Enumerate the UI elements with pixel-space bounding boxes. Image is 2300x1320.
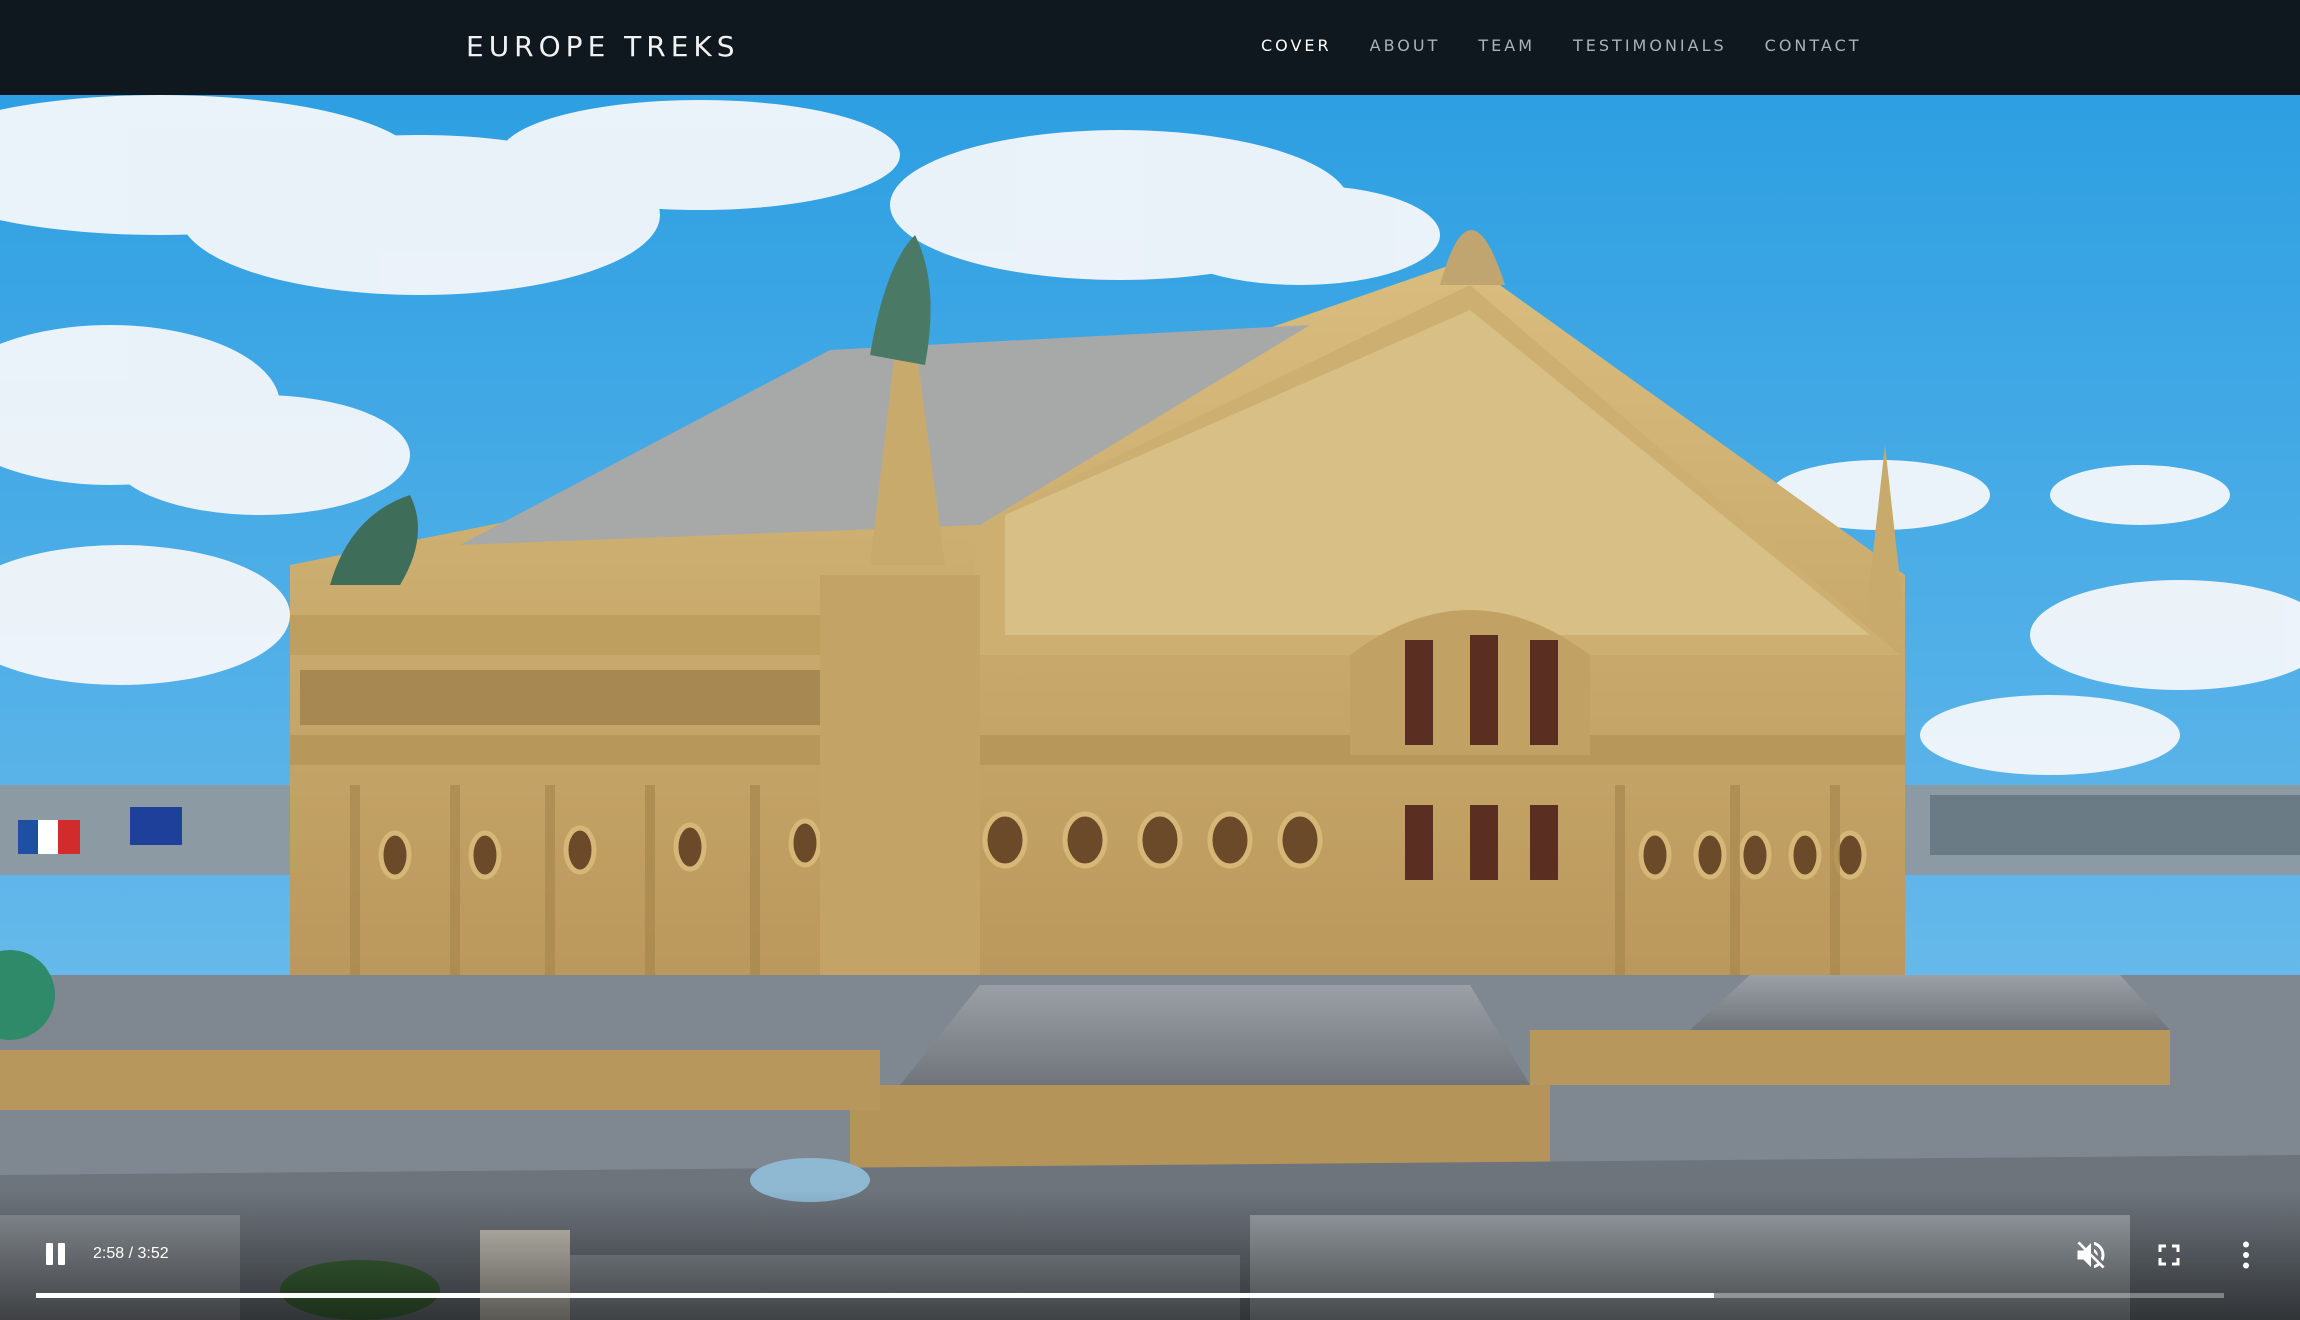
brand-logo-text[interactable]: EUROPE TREKS bbox=[466, 28, 740, 66]
more-vert-icon[interactable] bbox=[2228, 1237, 2264, 1273]
video-progress-played bbox=[36, 1293, 1715, 1298]
nav-item-contact[interactable]: CONTACT bbox=[1765, 35, 1862, 57]
nav-item-about[interactable]: ABOUT bbox=[1370, 35, 1441, 57]
main-nav: COVER ABOUT TEAM TESTIMONIALS CONTACT bbox=[1261, 35, 1862, 57]
pause-icon[interactable] bbox=[42, 1240, 70, 1268]
video-frame-opera-building bbox=[0, 95, 2300, 1320]
video-progress-bar[interactable] bbox=[36, 1293, 2224, 1298]
cover-video[interactable] bbox=[0, 95, 2300, 1320]
video-controls-gradient bbox=[0, 1190, 2300, 1320]
video-time-display: 2:58 / 3:52 bbox=[93, 1245, 169, 1262]
muted-volume-icon[interactable] bbox=[2073, 1237, 2109, 1273]
site-header: EUROPE TREKS COVER ABOUT TEAM TESTIMONIA… bbox=[0, 0, 2300, 95]
fullscreen-icon[interactable] bbox=[2151, 1237, 2187, 1273]
nav-item-cover[interactable]: COVER bbox=[1261, 35, 1332, 57]
nav-item-team[interactable]: TEAM bbox=[1478, 35, 1535, 57]
nav-item-testimonials[interactable]: TESTIMONIALS bbox=[1573, 35, 1727, 57]
